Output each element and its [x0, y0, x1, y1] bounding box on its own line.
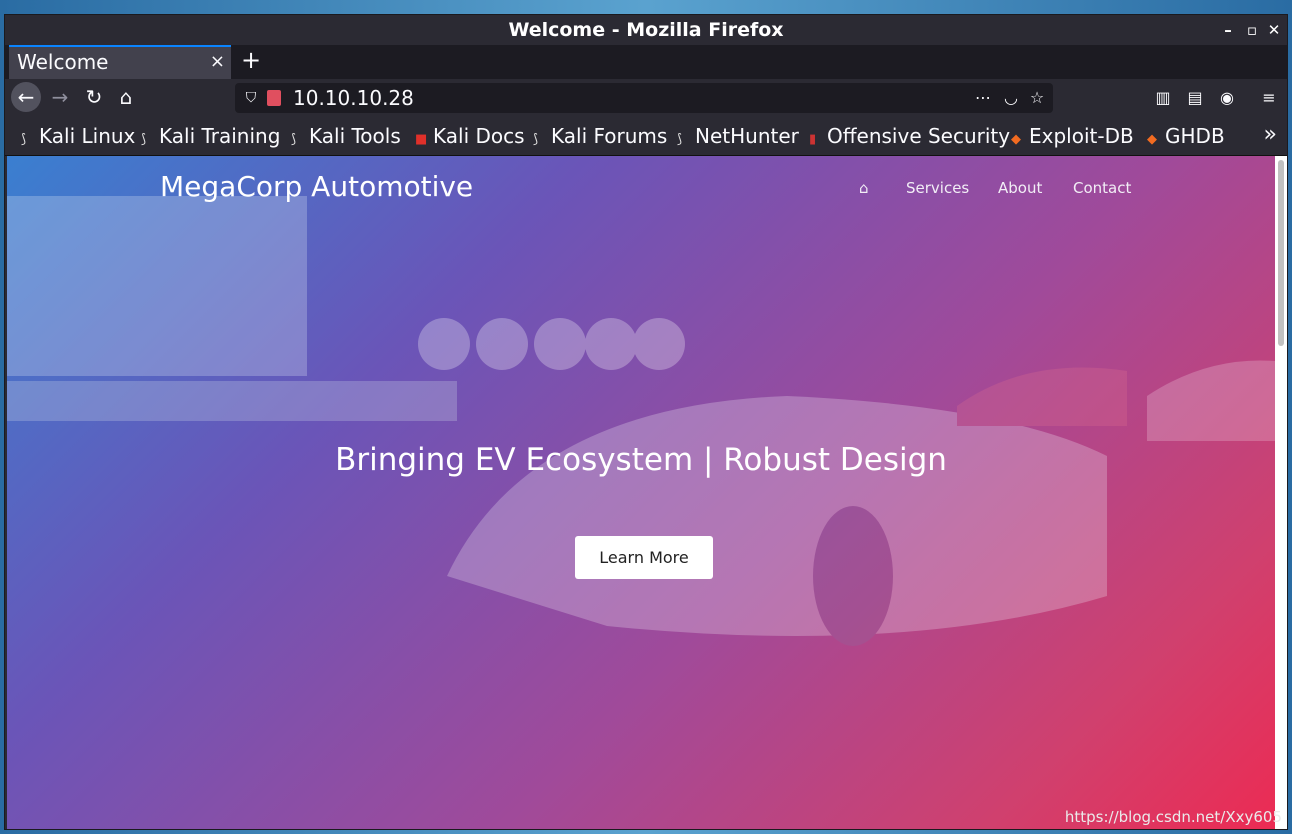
maximize-icon[interactable]: ▫ — [1241, 15, 1263, 45]
offsec-icon: ▮ — [809, 132, 817, 147]
exploitdb-icon: ◆ — [1147, 132, 1157, 147]
docs-icon: ■ — [415, 132, 428, 147]
nav-services[interactable]: Services — [906, 179, 969, 197]
nav-contact[interactable]: Contact — [1073, 179, 1131, 197]
url-text[interactable]: 10.10.10.28 — [293, 83, 414, 113]
bookmark-star-icon[interactable]: ☆ — [1025, 83, 1049, 113]
bookmark-nethunter[interactable]: ⟆ NetHunter — [677, 117, 799, 155]
bookmark-exploit-db[interactable]: ◆ Exploit-DB — [1011, 117, 1134, 155]
kali-dragon-icon: ⟆ — [291, 132, 297, 147]
watermark-text: https://blog.csdn.net/Xxy605 — [1064, 808, 1282, 826]
browser-window: Welcome - Mozilla Firefox – ▫ ✕ Welcome … — [4, 14, 1288, 830]
site-brand[interactable]: MegaCorp Automotive — [160, 170, 473, 203]
reload-icon[interactable]: ↻ — [79, 82, 109, 112]
sidebar-icon[interactable]: ▤ — [1181, 83, 1209, 113]
bookmark-kali-linux[interactable]: ⟆ Kali Linux — [21, 117, 135, 155]
scrollbar-thumb[interactable] — [1278, 160, 1284, 346]
new-tab-button[interactable]: + — [237, 45, 265, 79]
chevron-right-icon[interactable]: » — [1264, 117, 1277, 155]
kali-dragon-icon: ⟆ — [141, 132, 147, 147]
page-content: MegaCorp Automotive ⌂ Services About Con… — [7, 156, 1275, 829]
tab-welcome[interactable]: Welcome × — [9, 45, 231, 79]
hero-title: Bringing EV Ecosystem | Robust Design — [335, 442, 947, 478]
tab-close-icon[interactable]: × — [210, 47, 225, 77]
menu-icon[interactable]: ≡ — [1255, 83, 1283, 113]
url-bar[interactable]: ⛉ 10.10.10.28 ⋯ ◡ ☆ — [235, 83, 1053, 113]
bookmark-kali-training[interactable]: ⟆ Kali Training — [141, 117, 280, 155]
nav-about[interactable]: About — [998, 179, 1042, 197]
vertical-scrollbar[interactable] — [1275, 156, 1287, 829]
kali-dragon-icon: ⟆ — [677, 132, 683, 147]
close-window-icon[interactable]: ✕ — [1263, 15, 1285, 45]
tab-label: Welcome — [17, 50, 109, 74]
home-nav-icon[interactable]: ⌂ — [859, 179, 869, 197]
bookmark-offensive-security[interactable]: ▮ Offensive Security — [809, 117, 1010, 155]
account-icon[interactable]: ◉ — [1213, 83, 1241, 113]
hero-background-image — [7, 196, 1275, 646]
kali-dragon-icon: ⟆ — [533, 132, 539, 147]
learn-more-button[interactable]: Learn More — [575, 536, 713, 579]
window-title: Welcome - Mozilla Firefox — [508, 19, 784, 41]
navigation-toolbar: ← → ↻ ⌂ ⛉ 10.10.10.28 ⋯ ◡ ☆ ▥ ▤ ◉ ≡ — [5, 79, 1287, 117]
bookmark-kali-docs[interactable]: ■ Kali Docs — [415, 117, 525, 155]
bookmarks-toolbar: ⟆ Kali Linux ⟆ Kali Training ⟆ Kali Tools ■… — [5, 117, 1287, 156]
page-actions-icon[interactable]: ⋯ — [971, 83, 995, 113]
forward-icon[interactable]: → — [45, 82, 75, 112]
back-icon[interactable]: ← — [11, 82, 41, 112]
exploitdb-icon: ◆ — [1011, 132, 1021, 147]
tab-strip: Welcome × + — [5, 45, 1287, 79]
library-icon[interactable]: ▥ — [1149, 83, 1177, 113]
minimize-icon[interactable]: – — [1217, 15, 1239, 45]
window-titlebar: Welcome - Mozilla Firefox – ▫ ✕ — [5, 15, 1287, 45]
pocket-icon[interactable]: ◡ — [999, 83, 1023, 113]
bookmark-ghdb[interactable]: ◆ GHDB — [1147, 117, 1225, 155]
home-icon[interactable]: ⌂ — [111, 82, 141, 112]
bookmark-kali-tools[interactable]: ⟆ Kali Tools — [291, 117, 401, 155]
insecure-connection-icon[interactable] — [267, 90, 281, 106]
kali-dragon-icon: ⟆ — [21, 132, 27, 147]
bookmark-kali-forums[interactable]: ⟆ Kali Forums — [533, 117, 667, 155]
tracking-shield-icon[interactable]: ⛉ — [241, 83, 261, 113]
